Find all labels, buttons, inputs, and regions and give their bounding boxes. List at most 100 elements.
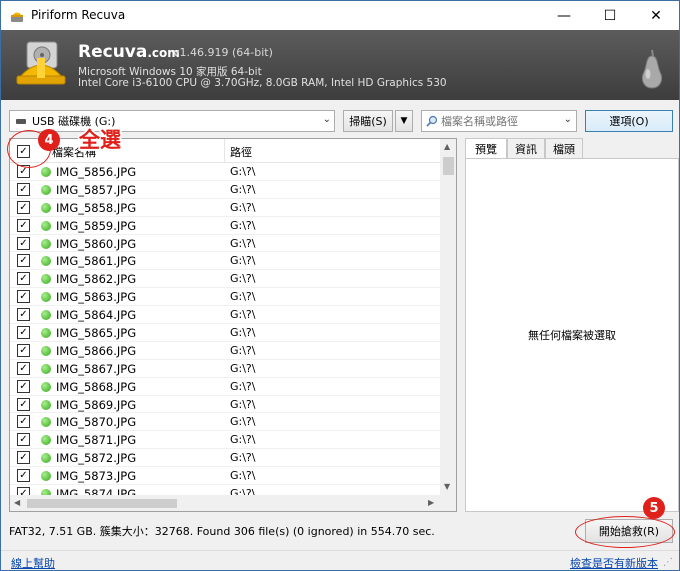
- table-row[interactable]: ✓ IMG_5868.JPG G:\?\: [10, 378, 440, 396]
- table-row[interactable]: ✓ IMG_5873.JPG G:\?\: [10, 467, 440, 486]
- search-input[interactable]: [441, 114, 559, 128]
- table-row[interactable]: ✓ IMG_5857.JPG G:\?\: [10, 181, 440, 199]
- annotation-badge-4: 4: [38, 129, 60, 151]
- piriform-pear-icon: [641, 49, 663, 89]
- minimize-button[interactable]: —: [541, 1, 587, 30]
- annotation-badge-5: 5: [643, 497, 665, 519]
- row-checkbox[interactable]: ✓: [17, 343, 30, 357]
- row-checkbox[interactable]: ✓: [17, 361, 30, 375]
- row-path: G:\?\: [230, 272, 256, 286]
- horizontal-scrollbar[interactable]: ◀ ▶: [10, 495, 440, 511]
- tab-header[interactable]: 檔頭: [545, 138, 583, 158]
- row-path: G:\?\: [230, 182, 256, 196]
- recoverable-status-icon: [41, 399, 51, 410]
- table-row[interactable]: ✓ IMG_5872.JPG G:\?\: [10, 449, 440, 468]
- drive-select[interactable]: USB 磁碟機 (G:) ⌄: [9, 110, 335, 132]
- recoverable-status-icon: [41, 417, 51, 428]
- row-checkbox[interactable]: ✓: [17, 254, 30, 268]
- recuva-app-icon: [11, 12, 23, 22]
- row-path: G:\?\: [230, 361, 256, 375]
- window-title: Piriform Recuva: [31, 8, 126, 22]
- app-name-text: Recuva: [78, 42, 148, 62]
- usb-drive-icon: [16, 118, 26, 124]
- row-checkbox[interactable]: ✓: [17, 236, 30, 250]
- table-row[interactable]: ✓ IMG_5859.JPG G:\?\: [10, 217, 440, 235]
- table-row[interactable]: ✓ IMG_5866.JPG G:\?\: [10, 342, 440, 360]
- row-checkbox[interactable]: ✓: [17, 182, 30, 196]
- chevron-down-icon: ⌄: [322, 114, 331, 125]
- table-row[interactable]: ✓ IMG_5870.JPG G:\?\: [10, 413, 440, 432]
- recoverable-status-icon: [41, 202, 51, 213]
- table-row[interactable]: ✓ IMG_5865.JPG G:\?\: [10, 324, 440, 342]
- online-help-link[interactable]: 線上幫助: [11, 555, 55, 571]
- recoverable-status-icon: [41, 435, 51, 446]
- row-checkbox[interactable]: ✓: [17, 308, 30, 322]
- recoverable-status-icon: [41, 256, 51, 267]
- table-row[interactable]: ✓ IMG_5867.JPG G:\?\: [10, 360, 440, 378]
- status-text: FAT32, 7.51 GB. 簇集大小：32768. Found 306 fi…: [9, 525, 435, 538]
- row-filename: IMG_5860.JPG: [56, 236, 137, 251]
- row-checkbox[interactable]: ✓: [17, 218, 30, 232]
- scroll-thumb-horizontal[interactable]: [27, 499, 177, 508]
- row-path: G:\?\: [230, 254, 256, 268]
- row-filename: IMG_5865.JPG: [56, 326, 137, 341]
- recoverable-status-icon: [41, 453, 51, 464]
- tab-info[interactable]: 資訊: [507, 138, 545, 158]
- row-checkbox[interactable]: ✓: [17, 290, 30, 304]
- title-bar[interactable]: Piriform Recuva — ☐ ✕: [1, 1, 679, 30]
- app-name: Recuva.com: [78, 42, 180, 62]
- scroll-right-icon[interactable]: ▶: [428, 498, 434, 507]
- footer: 線上幫助 檢查是否有新版本 ⋰: [1, 550, 679, 570]
- table-row[interactable]: ✓ IMG_5869.JPG G:\?\: [10, 396, 440, 414]
- row-checkbox[interactable]: ✓: [17, 326, 30, 340]
- hardware-info: Intel Core i3-6100 CPU @ 3.70GHz, 8.0GB …: [78, 77, 447, 89]
- check-updates-link[interactable]: 檢查是否有新版本: [570, 555, 658, 571]
- row-checkbox[interactable]: ✓: [17, 451, 30, 465]
- row-path: G:\?\: [230, 200, 256, 214]
- search-box[interactable]: ⌄: [421, 110, 577, 132]
- file-list-header: ✓ 檔案名稱 路徑: [10, 139, 440, 163]
- table-row[interactable]: ✓ IMG_5864.JPG G:\?\: [10, 306, 440, 325]
- table-row[interactable]: ✓ IMG_5858.JPG G:\?\: [10, 199, 440, 217]
- tab-preview[interactable]: 預覽: [465, 138, 507, 159]
- app-version: v1.46.919 (64-bit): [173, 46, 273, 59]
- column-divider[interactable]: [224, 139, 225, 163]
- recuva-window: Piriform Recuva — ☐ ✕ Recuva.com v1.46.9…: [0, 0, 680, 571]
- row-path: G:\?\: [230, 326, 256, 340]
- vertical-scrollbar[interactable]: ▲ ▼: [440, 139, 456, 495]
- search-icon: [426, 115, 438, 127]
- maximize-button[interactable]: ☐: [587, 1, 633, 30]
- scan-dropdown-button[interactable]: ▼: [395, 110, 413, 132]
- row-path: G:\?\: [230, 308, 256, 322]
- scrollbar-corner: [440, 495, 456, 511]
- recoverable-status-icon: [41, 274, 51, 285]
- row-checkbox[interactable]: ✓: [17, 272, 30, 286]
- options-button[interactable]: 選項(O): [585, 110, 673, 132]
- row-path: G:\?\: [230, 397, 256, 411]
- column-header-path[interactable]: 路徑: [230, 144, 252, 160]
- row-checkbox[interactable]: ✓: [17, 397, 30, 411]
- scroll-thumb[interactable]: [443, 157, 454, 175]
- table-row[interactable]: ✓ IMG_5871.JPG G:\?\: [10, 431, 440, 450]
- row-filename: IMG_5868.JPG: [56, 379, 137, 394]
- table-row[interactable]: ✓ IMG_5861.JPG G:\?\: [10, 252, 440, 271]
- table-row[interactable]: ✓ IMG_5856.JPG G:\?\: [10, 163, 440, 181]
- row-checkbox[interactable]: ✓: [17, 415, 30, 429]
- resize-grip-icon[interactable]: ⋰: [663, 557, 673, 568]
- row-checkbox[interactable]: ✓: [17, 433, 30, 447]
- scroll-up-icon[interactable]: ▲: [444, 142, 450, 151]
- scan-button[interactable]: 掃瞄(S): [343, 110, 393, 132]
- row-filename: IMG_5862.JPG: [56, 272, 137, 287]
- row-checkbox[interactable]: ✓: [17, 469, 30, 483]
- scroll-left-icon[interactable]: ◀: [14, 498, 20, 507]
- table-row[interactable]: ✓ IMG_5862.JPG G:\?\: [10, 270, 440, 289]
- row-checkbox[interactable]: ✓: [17, 379, 30, 393]
- header-banner: Recuva.com v1.46.919 (64-bit) Microsoft …: [1, 30, 679, 100]
- row-checkbox[interactable]: ✓: [17, 200, 30, 214]
- table-row[interactable]: ✓ IMG_5863.JPG G:\?\: [10, 288, 440, 307]
- preview-panel: 無任何檔案被選取: [465, 158, 679, 512]
- table-row[interactable]: ✓ IMG_5860.JPG G:\?\: [10, 235, 440, 253]
- row-filename: IMG_5857.JPG: [56, 182, 137, 197]
- close-button[interactable]: ✕: [633, 1, 679, 30]
- scroll-down-icon[interactable]: ▼: [444, 482, 450, 491]
